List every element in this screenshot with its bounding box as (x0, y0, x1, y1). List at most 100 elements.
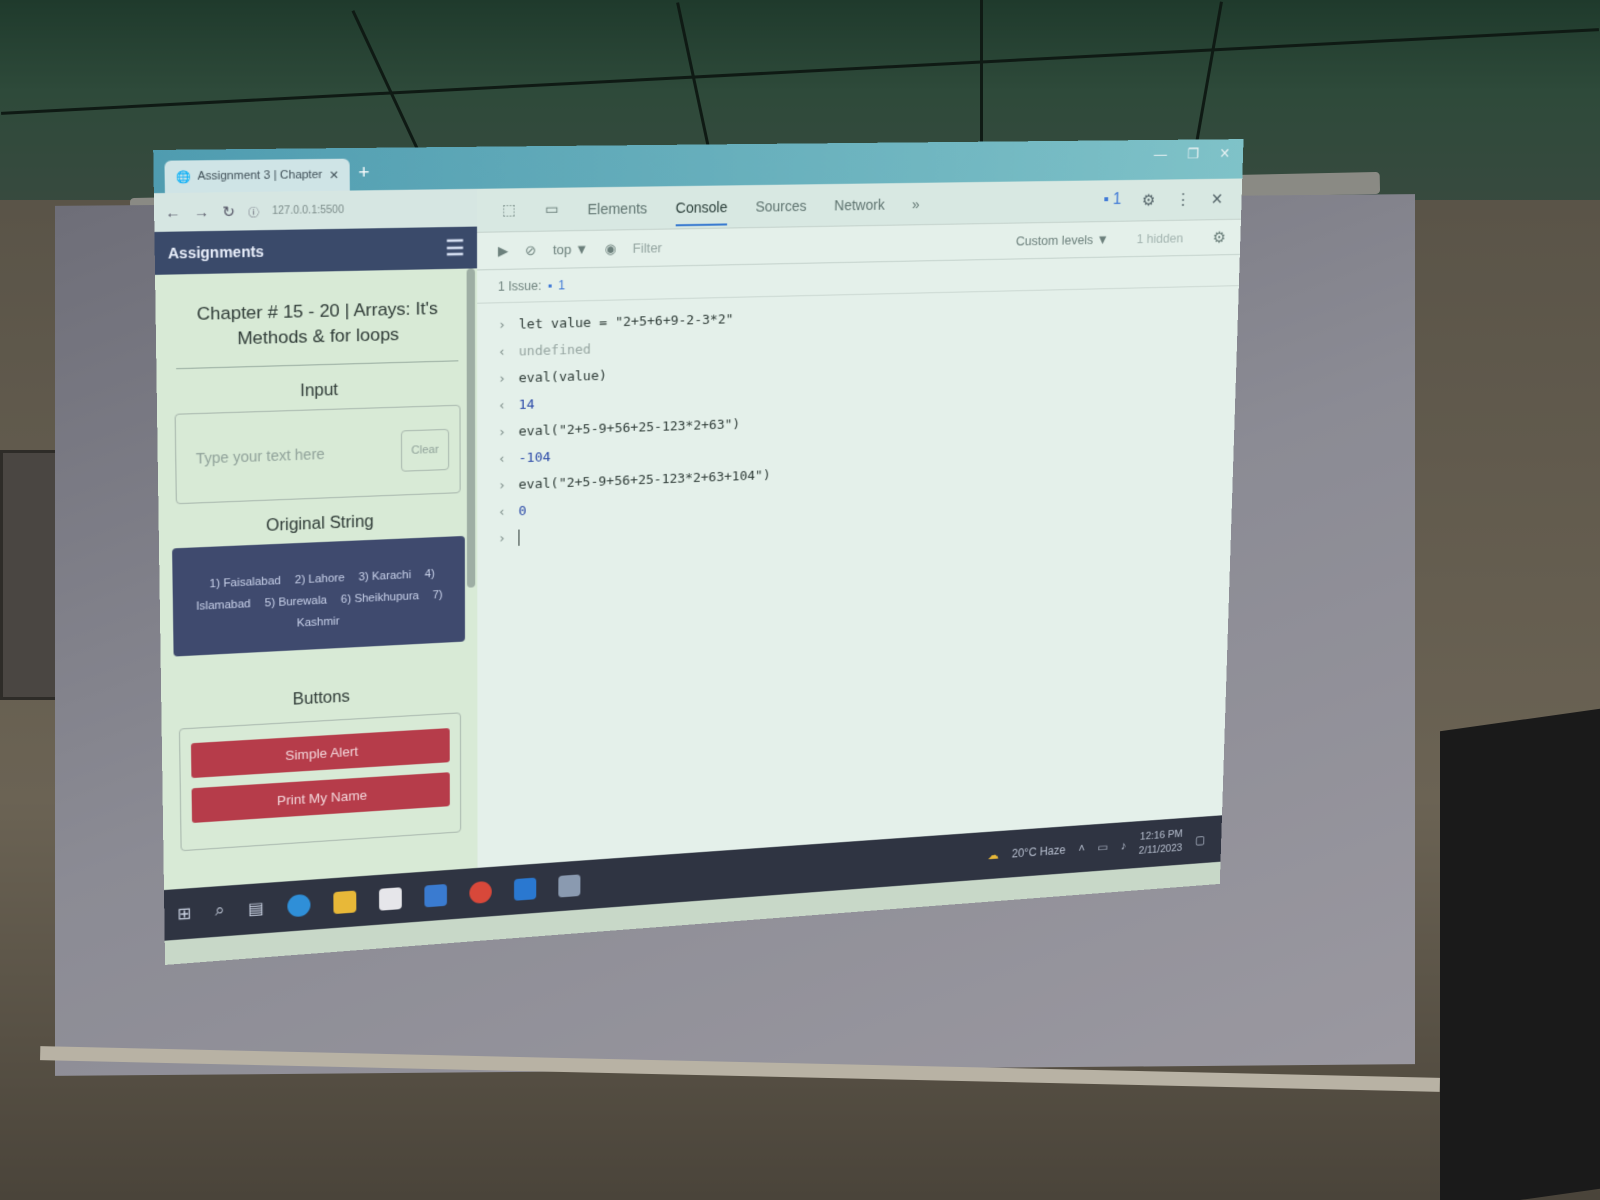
original-string-heading: Original String (265, 513, 374, 536)
device-toggle-icon[interactable]: ▭ (545, 200, 559, 218)
more-tabs-icon[interactable]: » (912, 195, 920, 211)
clear-button[interactable]: Clear (400, 428, 450, 472)
notes-icon[interactable] (557, 874, 580, 898)
print-name-button[interactable]: Print My Name (191, 772, 450, 824)
buttons-heading: Buttons (292, 688, 350, 709)
prompt-icon: › (497, 370, 507, 387)
web-page: Assignments ☰ Chapter # 15 - 20 | Arrays… (154, 226, 478, 891)
result-arrow-icon: ‹ (497, 450, 506, 467)
city-item: 5) Burewala (264, 594, 328, 610)
minimize-icon[interactable]: — (1154, 146, 1168, 163)
city-item: 2) Lahore (294, 571, 345, 587)
clear-console-icon[interactable]: ⊘ (525, 242, 536, 259)
input-card: Clear (174, 404, 461, 505)
original-string-box: 1) Faisalabad 2) Lahore 3) Karachi 4) Is… (172, 535, 465, 657)
restore-icon[interactable]: ❐ (1187, 145, 1199, 162)
reload-icon[interactable]: ↻ (222, 202, 235, 220)
issues-badge-count: 1 (1112, 190, 1122, 208)
inspect-icon[interactable]: ⬚ (502, 201, 516, 219)
filter-input[interactable] (632, 231, 853, 261)
chrome-icon[interactable] (468, 880, 492, 905)
text-caret (518, 529, 520, 546)
new-tab-button[interactable]: + (358, 162, 369, 184)
hidden-count: 1 hidden (1136, 230, 1184, 247)
weather-text[interactable]: 20°C Haze (1012, 843, 1066, 860)
tab-console[interactable]: Console (675, 198, 728, 226)
task-view-icon[interactable]: ▤ (248, 898, 264, 919)
prompt-icon: › (497, 530, 506, 547)
issues-badge[interactable]: ▪ 1 (1103, 191, 1121, 211)
close-devtools-icon[interactable]: ✕ (1211, 189, 1224, 209)
console-text: let value = "2+5+6+9-2-3*2" (518, 311, 734, 333)
close-window-icon[interactable]: ✕ (1219, 145, 1230, 162)
devtools-panel: ⬚ ▭ Elements Console Sources Network » ▪… (476, 178, 1243, 868)
network-icon[interactable]: ▭ (1097, 840, 1108, 854)
projected-desktop: 🌐 Assignment 3 | Chapter 15 - 20 ✕ + — ❐… (153, 139, 1244, 965)
prompt-icon: › (497, 424, 506, 441)
log-levels-dropdown[interactable]: Custom levels ▼ (1016, 232, 1109, 249)
windows-start-icon[interactable]: ⊞ (177, 903, 192, 924)
globe-icon: 🌐 (175, 170, 191, 184)
console-settings-icon[interactable]: ⚙ (1212, 227, 1226, 247)
text-input[interactable] (186, 430, 391, 480)
nav-title[interactable]: Assignments (168, 243, 264, 262)
city-item: 1) Faisalabad (209, 574, 281, 591)
city-item: 3) Karachi (358, 568, 412, 584)
console-text: eval("2+5-9+56+25-123*2+63") (518, 416, 741, 440)
podium (1440, 708, 1600, 1200)
navbar: Assignments ☰ (154, 226, 478, 275)
console-text: -104 (518, 449, 551, 466)
browser-tab[interactable]: 🌐 Assignment 3 | Chapter 15 - 20 ✕ (164, 158, 350, 194)
console-text: 14 (518, 396, 535, 413)
console-text: undefined (518, 341, 592, 360)
settings-icon[interactable]: ⚙ (1142, 190, 1156, 210)
info-icon[interactable]: ⓘ (248, 203, 259, 219)
sidebar-toggle-icon[interactable]: ▶ (498, 242, 508, 259)
back-icon[interactable]: ← (165, 204, 181, 221)
eye-icon[interactable]: ◉ (605, 240, 617, 257)
clock[interactable]: 12:16 PM 2/11/2023 (1138, 827, 1183, 858)
tab-network[interactable]: Network (834, 196, 885, 213)
issues-icon: ▪ (1103, 190, 1110, 208)
system-tray: ☁ 20°C Haze ˄ ▭ ♪ 12:16 PM 2/11/2023 ▢ (987, 825, 1221, 870)
mail-icon[interactable] (423, 883, 447, 908)
edge-icon[interactable] (286, 893, 311, 918)
result-arrow-icon: ‹ (497, 397, 507, 414)
console-text: 0 (518, 503, 527, 519)
devtools-menu-icon[interactable]: ⋮ (1175, 190, 1190, 210)
chapter-title: Chapter # 15 - 20 | Arrays: It's Methods… (196, 298, 438, 349)
url-field[interactable]: 127.0.0.1:5500 (272, 204, 344, 217)
prompt-icon: › (497, 317, 507, 333)
search-icon[interactable]: ⌕ (215, 902, 225, 921)
chevron-up-icon[interactable]: ˄ (1078, 842, 1085, 856)
vscode-icon[interactable] (513, 877, 536, 901)
tab-elements[interactable]: Elements (587, 199, 647, 216)
tab-title: Assignment 3 | Chapter 15 - 20 (197, 168, 323, 183)
console-text: eval(value) (518, 367, 607, 386)
city-item: 6) Sheikhupura (340, 590, 419, 606)
window-controls: — ❐ ✕ (1154, 145, 1231, 163)
result-arrow-icon: ‹ (497, 343, 507, 360)
simple-alert-button[interactable]: Simple Alert (190, 728, 450, 779)
result-arrow-icon: ‹ (497, 504, 506, 520)
devtools-right-controls: ▪ 1 ⚙ ⋮ ✕ (1103, 189, 1242, 211)
ceiling-tile-line (1, 28, 1599, 115)
tab-sources[interactable]: Sources (755, 197, 806, 214)
file-explorer-icon[interactable] (332, 890, 356, 915)
issues-label: 1 Issue: (497, 277, 542, 294)
console-output: › let value = "2+5+6+9-2-3*2" ‹ undefined … (477, 286, 1239, 561)
store-icon[interactable] (378, 887, 402, 911)
issue-badge-icon: ▪ (547, 277, 553, 293)
date: 2/11/2023 (1138, 842, 1183, 857)
forward-icon[interactable]: → (194, 203, 210, 220)
volume-icon[interactable]: ♪ (1121, 839, 1127, 853)
input-heading: Input (300, 381, 339, 401)
close-tab-icon[interactable]: ✕ (329, 168, 339, 182)
issue-count: 1 (558, 277, 566, 293)
context-selector[interactable]: top ▼ (553, 241, 589, 257)
hamburger-icon[interactable]: ☰ (446, 235, 465, 262)
weather-icon: ☁ (987, 848, 999, 863)
buttons-card: Simple Alert Print My Name (178, 712, 462, 852)
notifications-icon[interactable]: ▢ (1195, 833, 1206, 847)
page-scrollbar[interactable] (466, 268, 476, 588)
